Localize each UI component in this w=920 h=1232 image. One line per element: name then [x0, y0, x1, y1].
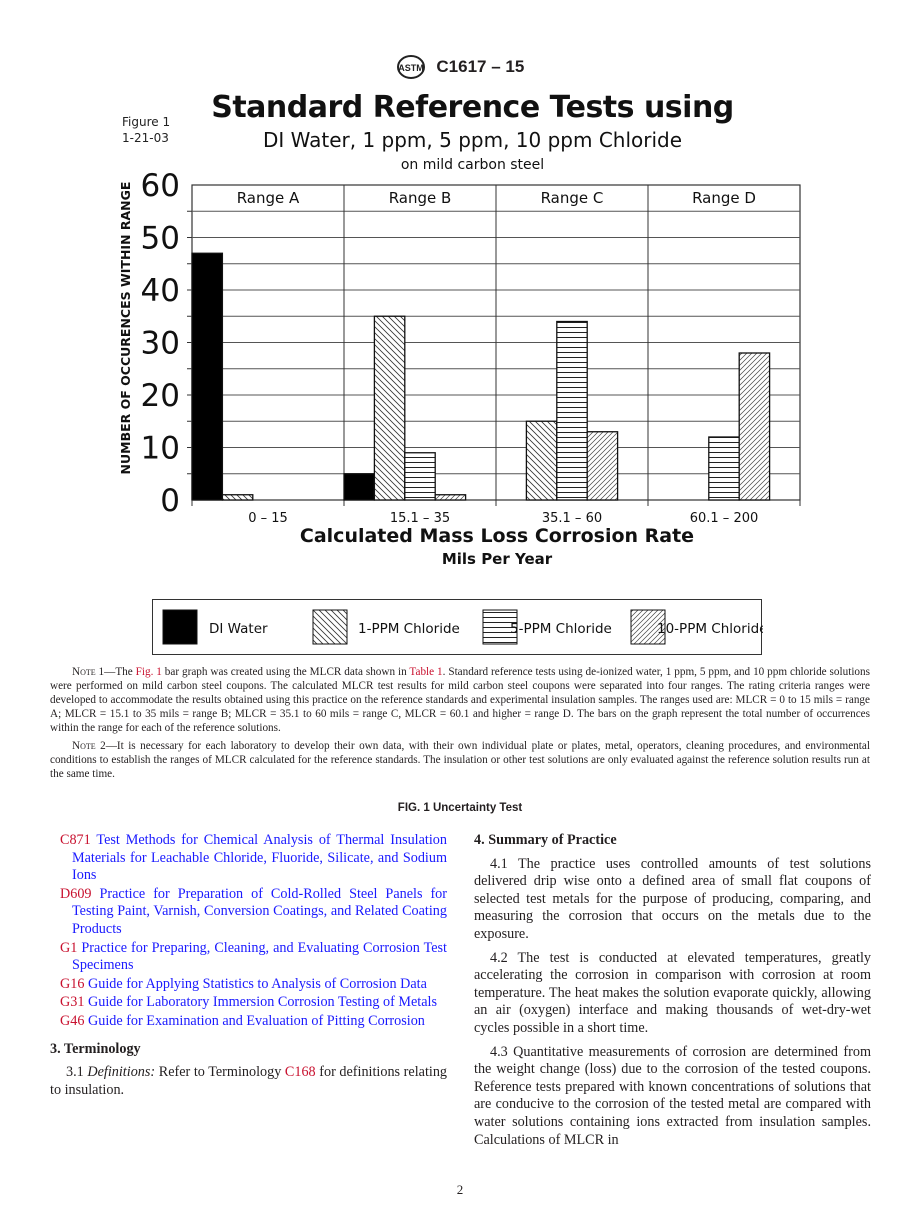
reference-title[interactable]: Practice for Preparing, Cleaning, and Ev… — [72, 940, 447, 974]
legend-label: 5-PPM Chloride — [510, 621, 612, 637]
legend-swatch — [312, 609, 348, 645]
section-3-1: 3.1 Definitions: Refer to Terminology C1… — [50, 1064, 447, 1099]
c168-link[interactable]: C168 — [285, 1064, 316, 1080]
reference-item[interactable]: D609 Practice for Preparation of Cold-Ro… — [50, 886, 447, 939]
note-1-text: —The — [104, 666, 136, 678]
reference-title[interactable]: Guide for Examination and Evaluation of … — [84, 1013, 425, 1029]
bar-10-ppm-chloride — [434, 494, 467, 501]
note-2-text: —It is necessary for each laboratory to … — [50, 740, 870, 780]
bar-1-ppm-chloride — [373, 315, 406, 501]
range-label: Range B — [389, 189, 452, 207]
figure-number: Figure 1 — [122, 115, 171, 129]
reference-list: C871 Test Methods for Chemical Analysis … — [50, 832, 447, 1031]
x-axis-label: Calculated Mass Loss Corrosion Rate — [300, 525, 694, 547]
section-4-1: 4.1 The practice uses controlled amounts… — [474, 855, 871, 942]
range-label: Range A — [237, 189, 300, 207]
page-header: ASTM C1617 – 15 — [0, 54, 920, 80]
bar-10-ppm-chloride — [738, 352, 771, 501]
bar-5-ppm-chloride — [556, 320, 588, 501]
para-number: 3.1 — [66, 1064, 88, 1081]
y-tick-label: 0 — [160, 483, 180, 519]
reference-item[interactable]: G1 Practice for Preparing, Cleaning, and… — [50, 940, 447, 975]
reference-item[interactable]: G16 Guide for Applying Statistics to Ana… — [50, 976, 447, 994]
x-tick-label: 35.1 – 60 — [542, 511, 602, 526]
svg-text:ASTM: ASTM — [398, 63, 424, 73]
bar-chart: Range A 0 – 15 Range B 15.1 – 35 Range C 35.1… — [118, 170, 801, 568]
reference-code[interactable]: G31 — [60, 994, 84, 1010]
bar-5-ppm-chloride — [708, 436, 740, 501]
note-1-text: bar graph was created using the MLCR dat… — [161, 666, 410, 678]
note-1-label: Note 1 — [72, 666, 105, 678]
section-4-3: 4.3 Quantitative measurements of corrosi… — [474, 1043, 871, 1148]
table-1-link[interactable]: Table 1 — [409, 666, 442, 678]
x-tick-label: 60.1 – 200 — [690, 511, 759, 526]
figure-caption: FIG. 1 Uncertainty Test — [397, 802, 523, 814]
figure-corner-label: Figure 1 1-21-03 — [122, 114, 170, 146]
reference-title[interactable]: Test Methods for Chemical Analysis of Th… — [72, 832, 447, 883]
para-text: Refer to Terminology — [155, 1064, 285, 1081]
range-label: Range D — [692, 189, 756, 207]
x-axis-sublabel: Mils Per Year — [442, 550, 553, 568]
bar-1-ppm-chloride — [221, 494, 254, 501]
right-column: 4. Summary of Practice 4.1 The practice … — [474, 832, 871, 1155]
bar-10-ppm-chloride — [586, 431, 619, 501]
reference-title[interactable]: Guide for Applying Statistics to Analysi… — [84, 976, 427, 992]
chart-title: Standard Reference Tests using — [211, 90, 734, 125]
note-1: Note 1—The Fig. 1 bar graph was created … — [50, 665, 870, 735]
astm-logo-icon: ASTM — [396, 55, 425, 79]
note-2: Note 2—It is necessary for each laborato… — [50, 739, 870, 781]
y-tick-label: 20 — [141, 378, 180, 414]
reference-code[interactable]: G46 — [60, 1013, 84, 1029]
y-tick-label: 10 — [141, 431, 180, 467]
definitions-term: Definitions: — [87, 1064, 156, 1081]
legend-label: 10-PPM Chloride — [657, 621, 763, 637]
chart-legend: DI Water 1-PPM Chloride 5-PPM Chloride 10-P… — [152, 599, 767, 655]
reference-title[interactable]: Practice for Preparation of Cold-Rolled … — [72, 886, 447, 937]
figure-date: 1-21-03 — [122, 131, 169, 145]
left-column: C871 Test Methods for Chemical Analysis … — [50, 832, 447, 1105]
legend-swatch — [162, 609, 198, 645]
chart-subtitle: DI Water, 1 ppm, 5 ppm, 10 ppm Chloride — [262, 128, 683, 152]
reference-code[interactable]: G16 — [60, 976, 84, 992]
reference-item[interactable]: C871 Test Methods for Chemical Analysis … — [50, 832, 447, 885]
reference-item[interactable]: G31 Guide for Laboratory Immersion Corro… — [50, 994, 447, 1012]
section-4-heading: 4. Summary of Practice — [474, 832, 617, 848]
y-tick-label: 30 — [141, 326, 180, 362]
reference-title[interactable]: Guide for Laboratory Immersion Corrosion… — [84, 994, 437, 1010]
x-tick-label: 0 – 15 — [248, 511, 288, 526]
reference-code[interactable]: D609 — [60, 886, 92, 902]
section-3-heading: 3. Terminology — [50, 1040, 141, 1057]
note-2-label: Note 2 — [72, 740, 106, 752]
range-label: Range C — [541, 189, 604, 207]
section-4-2: 4.2 The test is conducted at elevated te… — [474, 949, 871, 1036]
legend-label: 1-PPM Chloride — [358, 621, 460, 637]
legend-label: DI Water — [209, 621, 268, 637]
y-tick-label: 60 — [141, 170, 180, 204]
reference-code[interactable]: C871 — [60, 832, 91, 848]
bar-di-water — [191, 252, 224, 501]
y-axis-label: NUMBER OF OCCURENCES WITHIN RANGE — [118, 182, 133, 475]
figure-notes: Note 1—The Fig. 1 bar graph was created … — [50, 665, 870, 785]
page-number: 2 — [456, 1182, 464, 1197]
y-tick-label: 40 — [141, 273, 180, 309]
standard-designation: C1617 – 15 — [436, 57, 525, 76]
reference-code[interactable]: G1 — [60, 940, 77, 956]
reference-item[interactable]: G46 Guide for Examination and Evaluation… — [50, 1013, 447, 1031]
bar-5-ppm-chloride — [404, 452, 436, 501]
x-tick-label: 15.1 – 35 — [390, 511, 450, 526]
bar-1-ppm-chloride — [525, 420, 558, 501]
y-tick-label: 50 — [141, 221, 180, 257]
fig-1-link[interactable]: Fig. 1 — [136, 666, 162, 678]
bar-di-water — [343, 473, 376, 501]
